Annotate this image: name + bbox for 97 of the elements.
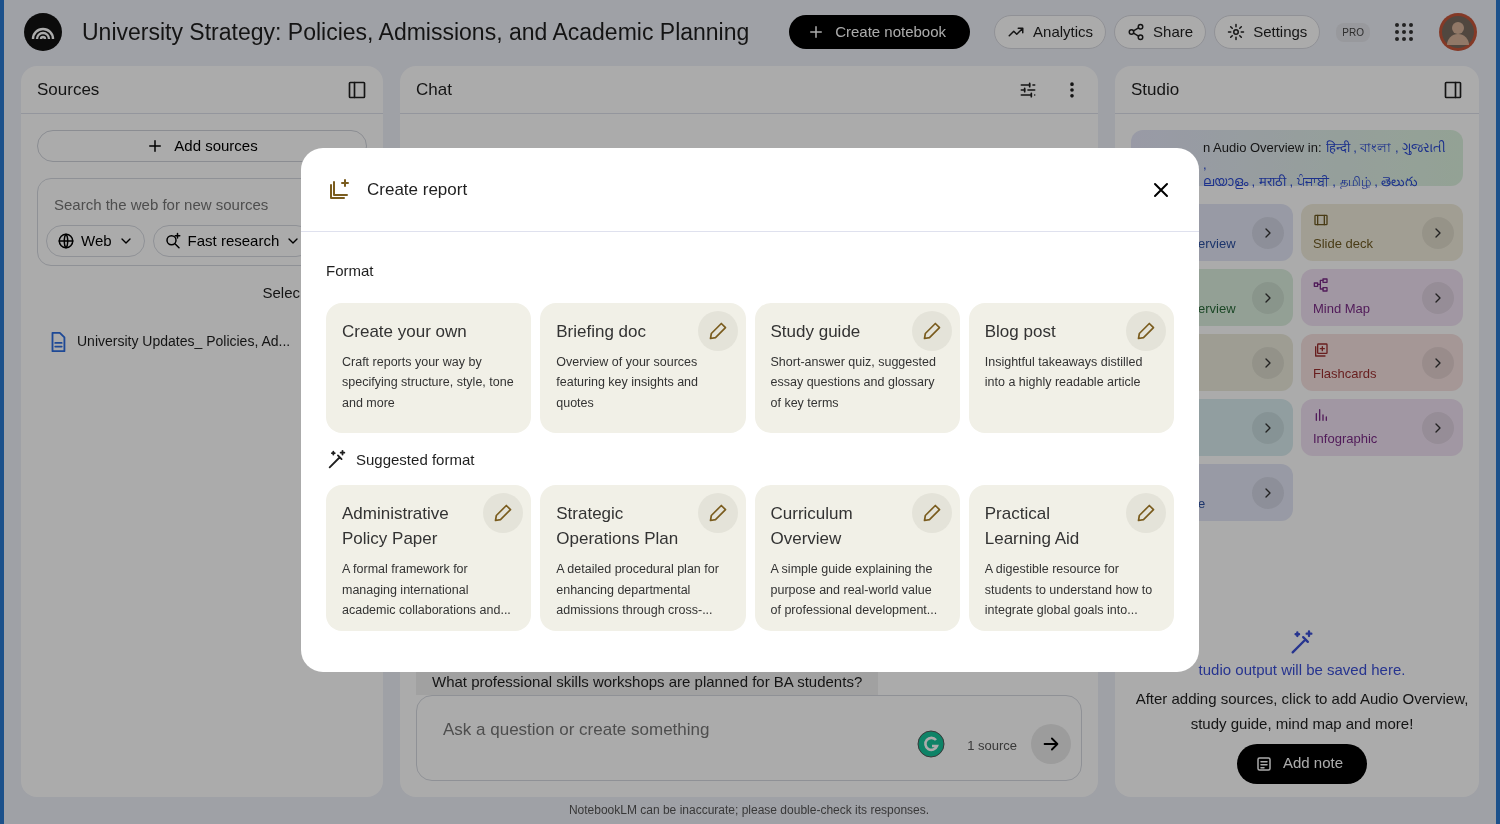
note-icon <box>1254 754 1273 773</box>
language-link[interactable]: తెలుగు <box>1381 174 1419 189</box>
format-card[interactable]: Practical Learning Aid A digestible resource for students to understand how to integrate global goals into... <box>968 485 1174 631</box>
card-description: A simple guide explaining the purpose and real-world value of professional development... <box>770 561 939 619</box>
settings-button[interactable]: Settings <box>1214 15 1321 49</box>
edit-button[interactable] <box>697 493 738 533</box>
source-item[interactable]: University Updates_ Policies, Ad... <box>77 331 291 352</box>
disclaimer-text: NotebookLM can be inaccurate; please double-check its responses. <box>567 802 931 819</box>
settings-icon <box>1227 23 1246 41</box>
search-field[interactable]: Search the web for new sources <box>46 194 296 217</box>
pencil-icon <box>921 320 942 341</box>
section-label: Format <box>326 261 374 281</box>
edit-button[interactable] <box>1126 310 1166 351</box>
tile-label: Infographic <box>1313 431 1378 446</box>
section-label: Suggested format <box>356 449 475 470</box>
search-icon <box>163 232 182 250</box>
flashcards-icon <box>1313 342 1329 358</box>
globe-icon <box>57 232 75 250</box>
card-title: Blog post <box>984 320 1057 343</box>
tile-label: e <box>1198 496 1206 511</box>
avatar[interactable] <box>1438 12 1478 52</box>
card-description: Insightful takeaways distilled into a highly readable article <box>984 353 1144 391</box>
share-button[interactable]: Share <box>1114 15 1207 49</box>
language-link[interactable]: मराठी <box>1258 174 1286 189</box>
panel-title: Studio <box>1131 78 1180 101</box>
mind-map-tile[interactable]: Mind Map <box>1301 269 1463 326</box>
pencil-icon <box>1136 320 1156 341</box>
add-note-button[interactable]: Add note <box>1236 743 1368 784</box>
format-card[interactable]: Strategic Operations Plan A detailed procedural plan for enhancing departmental admissions through cross-... <box>540 485 746 631</box>
format-card[interactable]: Study guide Short-answer quiz, suggested essay questions and glossary of key terms <box>754 302 960 433</box>
language-link[interactable]: हिन्दी <box>1325 140 1350 155</box>
card-title: Practical Learning Aid <box>984 503 1081 550</box>
app-logo[interactable] <box>24 13 62 51</box>
sidebar-toggle-icon[interactable] <box>347 79 367 100</box>
card-title: Strategic Operations Plan <box>556 503 680 550</box>
tile-label: Mind Map <box>1313 301 1371 316</box>
analytics-button[interactable]: Analytics <box>994 15 1107 49</box>
language-link[interactable]: ലയാളം <box>1203 174 1248 189</box>
card-description: Overview of your sources featuring key insights and quotes <box>556 353 699 412</box>
edit-button[interactable] <box>911 493 952 533</box>
tile-label: erview <box>1198 301 1236 316</box>
bar-chart-icon <box>1313 407 1329 423</box>
magic-wand-icon <box>326 448 348 471</box>
select-all-label: Selec <box>262 283 300 303</box>
format-card[interactable]: Briefing doc Overview of your sources featuring key insights and quotes <box>540 302 746 433</box>
language-link[interactable]: தமிழ் <box>1339 174 1371 189</box>
dialog-title: Create report <box>367 178 468 201</box>
pencil-icon <box>1136 503 1156 523</box>
card-title: Administrative Policy Paper <box>342 503 450 550</box>
card-title: Create your own <box>342 320 468 343</box>
pencil-icon <box>707 503 728 523</box>
card-description: Short-answer quiz, suggested essay questions and glossary of key terms <box>770 353 937 412</box>
notebook-title: University Strategy: Policies, Admissions, and Academic Planning <box>82 17 750 47</box>
edit-button[interactable] <box>483 493 524 533</box>
report-icon <box>327 177 351 202</box>
language-link[interactable]: ਪੰਜਾਬੀ <box>1296 174 1329 189</box>
source-count: 1 source <box>967 737 1017 755</box>
pencil-icon <box>921 503 942 523</box>
banner-text: n Audio Overview in: <box>1203 140 1322 155</box>
share-icon <box>1127 23 1146 41</box>
card-title: Study guide <box>770 320 862 343</box>
format-card[interactable]: Create your own Craft reports your way by specifying structure, style, tone and more <box>326 302 532 433</box>
format-card[interactable]: Blog post Insightful takeaways distilled into a highly readable article <box>968 302 1174 433</box>
empty-state-title: tudio output will be saved here. <box>1197 660 1407 680</box>
tile-label: Slide deck <box>1313 236 1373 251</box>
format-card[interactable]: Administrative Policy Paper A formal framework for managing international academic collaborations and... <box>326 485 532 631</box>
question-field[interactable]: Ask a question or create something <box>441 716 841 744</box>
plan-badge: PRO <box>1336 22 1370 42</box>
language-link[interactable]: ગુજરાતી <box>1402 140 1447 155</box>
slide-deck-tile[interactable]: Slide deck <box>1301 204 1463 261</box>
pencil-icon <box>493 503 514 523</box>
panel-title: Sources <box>37 78 100 101</box>
card-title: Briefing doc <box>556 320 648 343</box>
format-card[interactable]: Curriculum Overview A simple guide explaining the purpose and real-world value of professional development... <box>754 485 960 631</box>
add-sources-button[interactable]: Add sources <box>37 130 367 162</box>
grammar-assistant-icon[interactable] <box>917 730 946 758</box>
tile-label: Flashcards <box>1313 366 1377 381</box>
edit-button[interactable] <box>1126 493 1166 533</box>
pencil-icon <box>707 320 728 341</box>
web-dropdown[interactable]: Web <box>46 225 145 257</box>
card-description: A detailed procedural plan for enhancing departmental admissions through cross-... <box>556 561 720 619</box>
send-button[interactable] <box>1031 724 1071 764</box>
create-notebook-button[interactable]: Create notebook <box>789 15 971 49</box>
panel-title: Chat <box>416 78 452 101</box>
card-title: Curriculum Overview <box>770 503 854 550</box>
card-description: A formal framework for managing international academic collaborations and... <box>342 561 512 619</box>
empty-state-text: After adding sources, click to add Audio Overview, study guide, mind map and more! <box>1134 688 1470 734</box>
tile-label: erview <box>1198 236 1236 251</box>
flashcards-tile[interactable]: Flashcards <box>1301 334 1463 391</box>
sidebar-toggle-icon[interactable] <box>1443 79 1463 100</box>
language-link[interactable]: বাংলা <box>1360 140 1392 155</box>
infographic-tile[interactable]: Infographic <box>1301 399 1463 456</box>
mind-map-icon <box>1313 277 1329 293</box>
card-description: Craft reports your way by specifying structure, style, tone and more <box>342 353 515 412</box>
apps-icon[interactable] <box>1394 22 1414 42</box>
slides-icon <box>1313 212 1329 228</box>
card-description: A digestible resource for students to understand how to integrate global goals into... <box>984 561 1154 619</box>
